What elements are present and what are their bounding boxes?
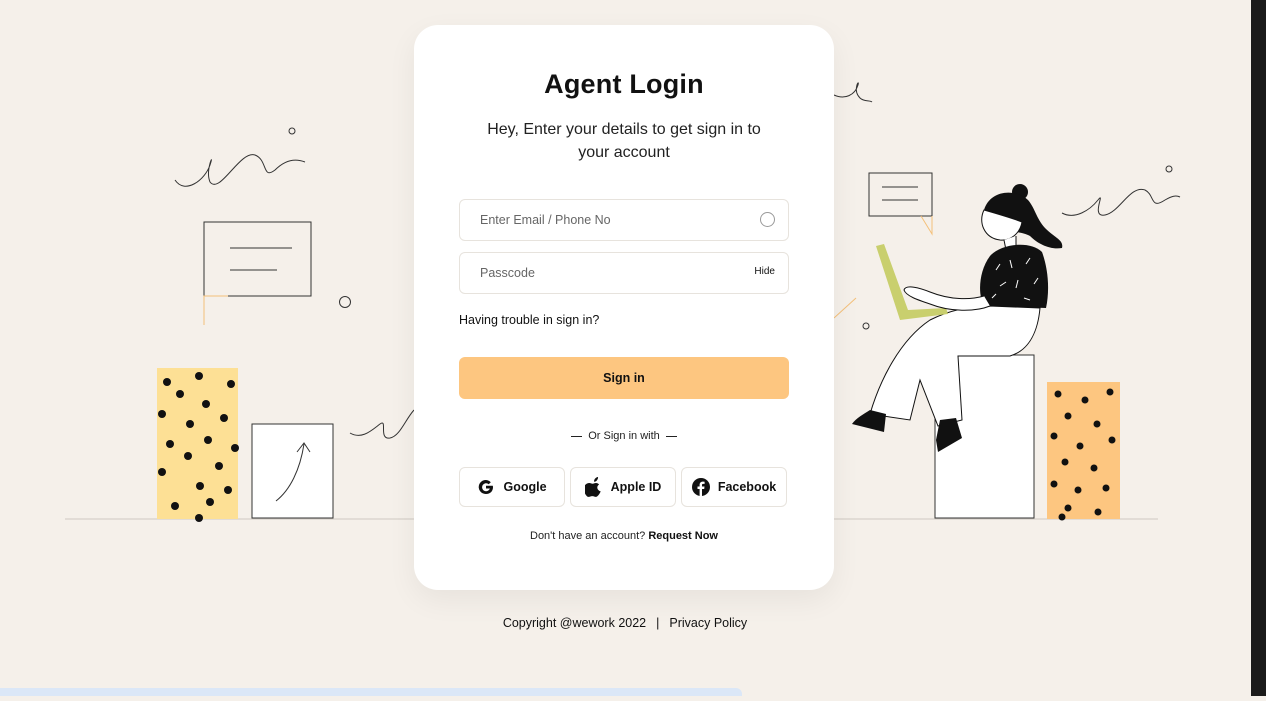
request-now-link[interactable]: Request Now [648,530,718,542]
login-subtitle: Hey, Enter your details to get sign in t… [487,121,761,161]
google-label: Google [503,480,547,494]
social-divider: Or Sign in with [414,430,834,442]
apple-icon [584,477,601,497]
hide-password-button[interactable]: Hide [754,266,775,277]
copyright-text: Copyright @wework 2022 [502,616,647,630]
divider-text: Or Sign in with [588,430,660,442]
trouble-signin-link[interactable]: Having trouble in sign in? [459,313,599,327]
facebook-icon [691,478,710,496]
circle-radio-icon[interactable] [760,212,775,227]
apple-signin-button[interactable]: Apple ID [570,467,676,507]
passcode-field[interactable]: Hide [459,252,789,294]
apple-label: Apple ID [610,480,662,494]
request-account-row: Don't have an account? Request Now [414,530,834,542]
yellow-dotted-block [157,368,239,522]
page-title: Agent Login [544,69,704,99]
footer: Copyright @wework 2022 | Privacy Policy [0,616,1250,630]
divider-dash-left [571,435,583,437]
footer-separator: | [656,616,660,630]
divider-dash-right [665,435,677,437]
orange-dotted-block [1047,382,1120,521]
login-card: Agent Login Hey, Enter your details to g… [414,25,834,590]
privacy-policy-link[interactable]: Privacy Policy [669,616,747,630]
window-edge-bar [1251,0,1266,696]
sign-in-button[interactable]: Sign in [459,357,789,399]
email-input[interactable] [480,200,730,240]
google-icon [479,480,494,495]
bottom-status-strip [0,688,742,696]
request-prompt: Don't have an account? [530,530,646,542]
facebook-signin-button[interactable]: Facebook [681,467,787,507]
google-signin-button[interactable]: Google [459,467,565,507]
facebook-label: Facebook [717,480,777,494]
passcode-input[interactable] [480,253,730,293]
email-field[interactable] [459,199,789,241]
